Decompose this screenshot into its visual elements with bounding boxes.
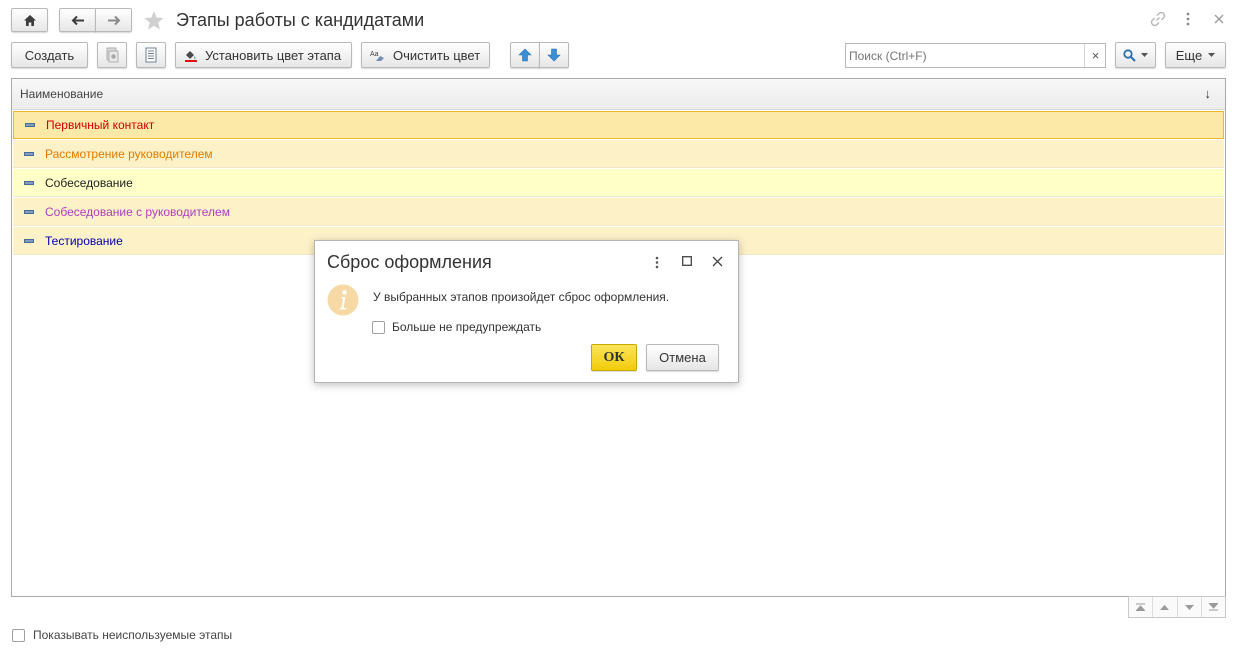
set-stage-color-label: Установить цвет этапа — [205, 47, 342, 63]
favorite-star-icon[interactable] — [142, 8, 166, 32]
arrow-down-icon — [547, 48, 561, 62]
forward-button[interactable] — [95, 8, 132, 32]
arrow-up-icon — [518, 48, 532, 62]
copy-icon — [105, 47, 119, 63]
set-stage-color-button[interactable]: Установить цвет этапа — [175, 42, 352, 68]
row-marker-icon — [24, 238, 34, 243]
close-icon[interactable] — [1211, 11, 1227, 27]
show-unused-label[interactable]: Показывать неиспользуемые этапы — [33, 628, 232, 642]
scroll-first-button[interactable] — [1129, 597, 1154, 617]
table-row[interactable]: Первичный контакт — [13, 111, 1224, 139]
row-label: Рассмотрение руководителем — [45, 146, 213, 161]
clear-color-label: Очистить цвет — [393, 47, 481, 63]
more-vertical-icon[interactable] — [1181, 11, 1195, 27]
table-row[interactable]: Собеседование с руководителем — [13, 198, 1224, 226]
table-navigation — [1128, 596, 1226, 618]
copy-button[interactable] — [97, 42, 127, 68]
scroll-top-icon — [1136, 603, 1146, 611]
arrow-left-icon — [71, 15, 85, 26]
cancel-button-label: Отмена — [659, 350, 706, 365]
search-box: × — [845, 43, 1106, 68]
more-button-label: Еще — [1175, 47, 1203, 63]
info-icon — [327, 284, 359, 316]
reset-formatting-dialog: Сброс оформления У выбранных этапов прои… — [314, 240, 739, 383]
sort-indicator: ↓ — [1204, 86, 1212, 101]
scroll-last-button[interactable] — [1202, 597, 1225, 617]
move-down-button[interactable] — [539, 42, 569, 68]
chevron-down-icon — [1208, 53, 1216, 57]
list-button[interactable] — [136, 42, 166, 68]
row-label: Собеседование с руководителем — [45, 204, 230, 219]
clear-color-button[interactable]: Aa Очистить цвет — [361, 42, 490, 68]
dialog-close-icon[interactable] — [711, 255, 723, 267]
search-icon — [1123, 48, 1136, 62]
back-button[interactable] — [59, 8, 96, 32]
move-up-button[interactable] — [510, 42, 540, 68]
more-button[interactable]: Еще — [1165, 42, 1226, 68]
dont-warn-label[interactable]: Больше не предупреждать — [392, 320, 541, 334]
ok-button-label: ОК — [603, 349, 625, 365]
search-input[interactable] — [846, 44, 1082, 67]
table-row[interactable]: Рассмотрение руководителем — [13, 140, 1224, 168]
dialog-more-icon[interactable] — [651, 254, 663, 270]
page-title: Этапы работы с кандидатами — [176, 10, 425, 30]
show-unused-checkbox[interactable] — [12, 629, 25, 642]
fill-color-icon — [184, 48, 198, 62]
arrow-right-icon — [107, 15, 121, 26]
create-button-label: Создать — [24, 47, 75, 63]
chevron-down-icon — [1141, 53, 1148, 57]
row-label: Собеседование — [45, 175, 133, 190]
ok-button[interactable]: ОК — [591, 344, 637, 371]
search-options-button[interactable] — [1115, 42, 1156, 68]
scroll-down-button[interactable] — [1178, 597, 1202, 617]
scroll-up-icon — [1160, 604, 1170, 610]
row-label: Тестирование — [45, 233, 123, 248]
scroll-up-button[interactable] — [1153, 597, 1178, 617]
row-marker-icon — [24, 209, 34, 214]
maximize-icon[interactable] — [681, 255, 693, 267]
row-label: Первичный контакт — [46, 118, 155, 132]
svg-text:Aa: Aa — [370, 51, 379, 58]
row-marker-icon — [25, 123, 35, 127]
dialog-title: Сброс оформления — [327, 252, 492, 272]
dont-warn-checkbox[interactable] — [372, 321, 385, 334]
table-row[interactable]: Собеседование — [13, 169, 1224, 197]
link-icon[interactable] — [1150, 11, 1166, 27]
home-icon — [23, 14, 37, 27]
dialog-message: У выбранных этапов произойдет сброс офор… — [373, 290, 670, 304]
row-marker-icon — [24, 151, 34, 156]
scroll-bottom-icon — [1208, 603, 1218, 611]
search-clear-label: × — [1091, 48, 1100, 63]
column-header-name[interactable]: Наименование — [20, 87, 103, 101]
table-header[interactable]: Наименование ↓ — [12, 79, 1225, 110]
create-button[interactable]: Создать — [11, 42, 88, 68]
clear-format-icon: Aa — [370, 49, 385, 62]
search-clear-button[interactable]: × — [1084, 44, 1106, 67]
cancel-button[interactable]: Отмена — [646, 344, 719, 371]
scroll-down-icon — [1184, 604, 1194, 610]
list-icon — [145, 47, 157, 63]
row-marker-icon — [24, 180, 34, 185]
home-button[interactable] — [11, 8, 48, 32]
